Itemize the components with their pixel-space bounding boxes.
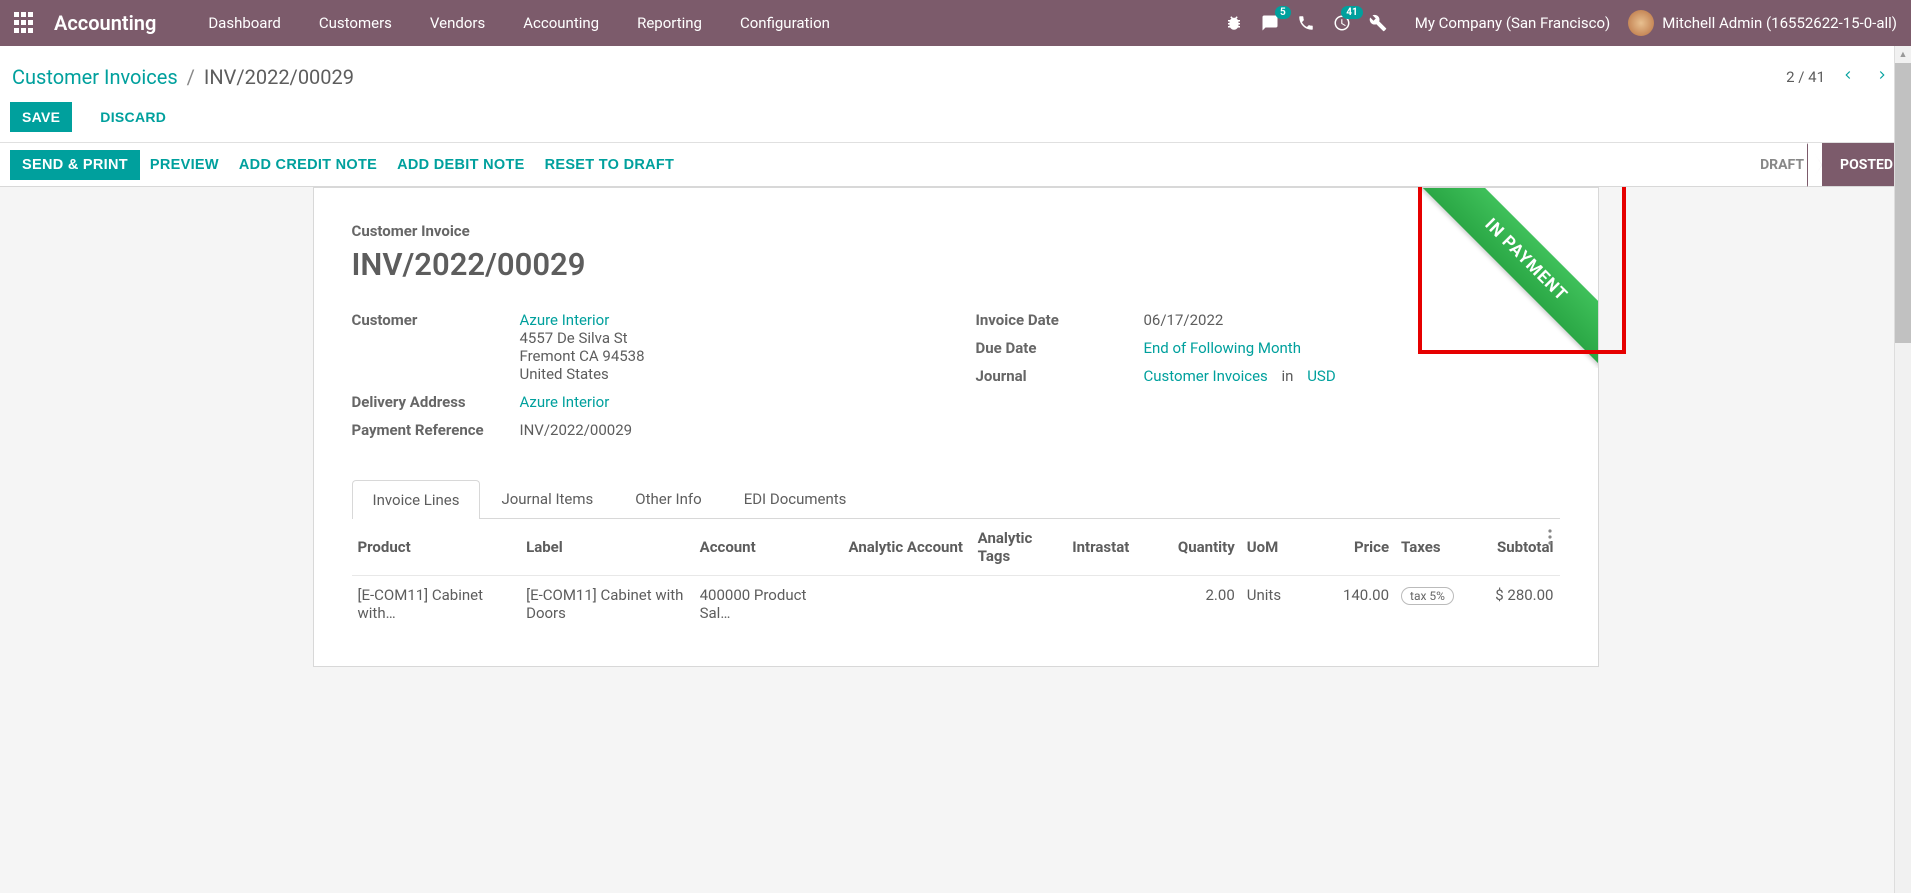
navbar: Accounting Dashboard Customers Vendors A… xyxy=(0,0,1911,46)
table-header-row: Product Label Account Analytic Account A… xyxy=(352,519,1560,576)
send-print-button[interactable]: SEND & PRINT xyxy=(10,150,140,180)
journal-label: Journal xyxy=(976,367,1144,385)
pager-prev[interactable] xyxy=(1837,64,1859,90)
col-intrastat[interactable]: Intrastat xyxy=(1066,519,1171,576)
journal-link[interactable]: Customer Invoices xyxy=(1144,367,1268,385)
discard-button[interactable]: DISCARD xyxy=(90,103,176,131)
tax-chip: tax 5% xyxy=(1401,587,1454,605)
add-debit-note-button[interactable]: ADD DEBIT NOTE xyxy=(387,151,534,179)
messages-badge: 5 xyxy=(1275,6,1291,19)
cell-analytic-account[interactable] xyxy=(843,576,972,633)
breadcrumb-sep: / xyxy=(187,65,195,89)
messages-icon[interactable]: 5 xyxy=(1261,14,1279,32)
cell-subtotal[interactable]: $ 280.00 xyxy=(1480,576,1560,633)
menu-dashboard[interactable]: Dashboard xyxy=(190,2,299,44)
breadcrumb-parent[interactable]: Customer Invoices xyxy=(12,65,178,89)
pager-text: 2 / 41 xyxy=(1786,68,1825,86)
col-quantity[interactable]: Quantity xyxy=(1171,519,1241,576)
menu-reporting[interactable]: Reporting xyxy=(619,2,720,44)
menu-vendors[interactable]: Vendors xyxy=(412,2,503,44)
col-product[interactable]: Product xyxy=(352,519,521,576)
invoice-lines-table: Product Label Account Analytic Account A… xyxy=(352,519,1560,632)
table-options-icon[interactable] xyxy=(1548,529,1552,549)
col-account[interactable]: Account xyxy=(694,519,843,576)
customer-link[interactable]: Azure Interior xyxy=(520,311,610,329)
duedate-label: Due Date xyxy=(976,339,1144,357)
customer-addr1: 4557 De Silva St xyxy=(520,329,645,347)
nav-right: 5 41 My Company (San Francisco) Mitchell… xyxy=(1225,10,1897,36)
cell-analytic-tags[interactable] xyxy=(972,576,1067,633)
table-wrap: Product Label Account Analytic Account A… xyxy=(352,519,1560,632)
scroll-up-icon[interactable]: ▲ xyxy=(1895,46,1911,63)
scrollbar-thumb[interactable] xyxy=(1895,63,1911,343)
add-credit-note-button[interactable]: ADD CREDIT NOTE xyxy=(229,151,387,179)
phone-icon[interactable] xyxy=(1297,14,1315,32)
payref-value: INV/2022/00029 xyxy=(520,421,633,439)
doc-title: INV/2022/00029 xyxy=(352,246,1560,283)
avatar xyxy=(1628,10,1654,36)
col-price[interactable]: Price xyxy=(1335,519,1395,576)
preview-button[interactable]: PREVIEW xyxy=(140,151,229,179)
content-area: IN PAYMENT Customer Invoice INV/2022/000… xyxy=(0,187,1911,890)
cell-quantity[interactable]: 2.00 xyxy=(1171,576,1241,633)
tab-invoice-lines[interactable]: Invoice Lines xyxy=(352,480,481,519)
company-selector[interactable]: My Company (San Francisco) xyxy=(1415,14,1610,32)
col-label[interactable]: Label xyxy=(520,519,694,576)
menu-accounting[interactable]: Accounting xyxy=(505,2,617,44)
tab-other-info[interactable]: Other Info xyxy=(614,479,722,518)
bug-icon[interactable] xyxy=(1225,14,1243,32)
cell-label[interactable]: [E-COM11] Cabinet with Doors xyxy=(520,576,694,633)
tab-edi-documents[interactable]: EDI Documents xyxy=(723,479,868,518)
tabs: Invoice Lines Journal Items Other Info E… xyxy=(352,479,1560,519)
customer-addr2: Fremont CA 94538 xyxy=(520,347,645,365)
cell-intrastat[interactable] xyxy=(1066,576,1171,633)
app-brand[interactable]: Accounting xyxy=(54,11,156,35)
action-bar: SEND & PRINT PREVIEW ADD CREDIT NOTE ADD… xyxy=(0,143,1911,187)
control-panel: Customer Invoices / INV/2022/00029 2 / 4… xyxy=(0,46,1911,143)
duedate-link[interactable]: End of Following Month xyxy=(1144,339,1301,357)
user-menu[interactable]: Mitchell Admin (16552622-15-0-all) xyxy=(1628,10,1897,36)
cell-uom[interactable]: Units xyxy=(1241,576,1335,633)
reset-to-draft-button[interactable]: RESET TO DRAFT xyxy=(535,151,685,179)
ribbon-container: IN PAYMENT xyxy=(1398,188,1598,368)
col-taxes[interactable]: Taxes xyxy=(1395,519,1480,576)
tools-icon[interactable] xyxy=(1369,14,1387,32)
breadcrumb-current: INV/2022/00029 xyxy=(204,65,354,89)
breadcrumb: Customer Invoices / INV/2022/00029 xyxy=(12,65,354,89)
col-uom[interactable]: UoM xyxy=(1241,519,1335,576)
tab-journal-items[interactable]: Journal Items xyxy=(480,479,614,518)
payment-ribbon: IN PAYMENT xyxy=(1411,188,1598,368)
apps-icon[interactable] xyxy=(14,12,36,34)
table-row[interactable]: [E-COM11] Cabinet with… [E-COM11] Cabine… xyxy=(352,576,1560,633)
delivery-label: Delivery Address xyxy=(352,393,520,411)
payref-label: Payment Reference xyxy=(352,421,520,439)
pager-next[interactable] xyxy=(1871,64,1893,90)
user-name: Mitchell Admin (16552622-15-0-all) xyxy=(1662,14,1897,32)
invdate-label: Invoice Date xyxy=(976,311,1144,329)
journal-in: in xyxy=(1282,367,1294,385)
delivery-link[interactable]: Azure Interior xyxy=(520,393,610,411)
cell-price[interactable]: 140.00 xyxy=(1335,576,1395,633)
pager: 2 / 41 xyxy=(1786,64,1893,90)
scrollbar[interactable]: ▲ xyxy=(1894,46,1911,893)
form-sheet: IN PAYMENT Customer Invoice INV/2022/000… xyxy=(313,187,1599,667)
save-button[interactable]: SAVE xyxy=(10,102,72,132)
invdate-value: 06/17/2022 xyxy=(1144,311,1224,329)
main-menu: Dashboard Customers Vendors Accounting R… xyxy=(190,2,848,44)
cell-account[interactable]: 400000 Product Sal… xyxy=(694,576,843,633)
currency-link[interactable]: USD xyxy=(1307,367,1335,385)
status-bar: DRAFT POSTED xyxy=(1742,143,1911,186)
cell-taxes[interactable]: tax 5% xyxy=(1395,576,1480,633)
col-analytic-account[interactable]: Analytic Account xyxy=(843,519,972,576)
cell-product[interactable]: [E-COM11] Cabinet with… xyxy=(352,576,521,633)
customer-label: Customer xyxy=(352,311,520,383)
doc-type-label: Customer Invoice xyxy=(352,222,1560,240)
field-grid: Customer Azure Interior 4557 De Silva St… xyxy=(352,311,1560,449)
customer-addr3: United States xyxy=(520,365,645,383)
menu-customers[interactable]: Customers xyxy=(301,2,410,44)
menu-configuration[interactable]: Configuration xyxy=(722,2,848,44)
activity-badge: 41 xyxy=(1341,6,1362,19)
activity-icon[interactable]: 41 xyxy=(1333,14,1351,32)
col-analytic-tags[interactable]: Analytic Tags xyxy=(972,519,1067,576)
